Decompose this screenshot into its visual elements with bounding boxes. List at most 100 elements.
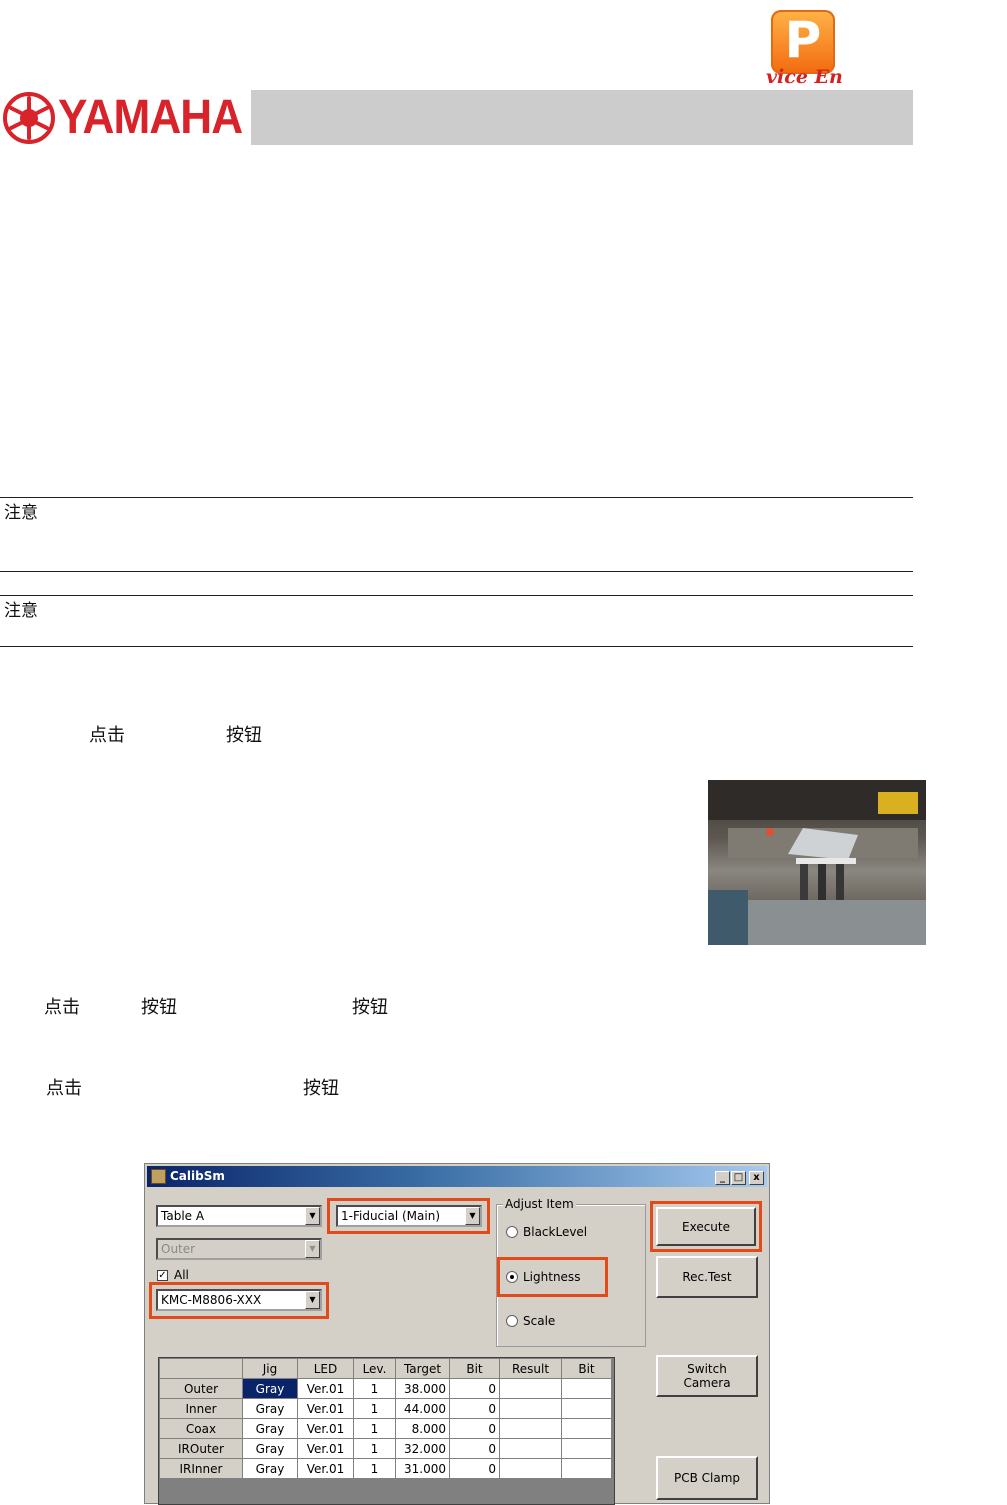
grid-cell-led[interactable]: Ver.01 xyxy=(297,1378,354,1399)
pdf-app-logo: P xyxy=(771,10,835,74)
app-icon xyxy=(151,1169,166,1184)
grid-cell-led[interactable]: Ver.01 xyxy=(297,1398,354,1419)
grid-header-bit-2[interactable]: Bit xyxy=(561,1358,612,1379)
step1-click-text: 点击 xyxy=(89,725,125,746)
grid-cell-bit-2[interactable] xyxy=(561,1438,612,1459)
grid-cell-bit-2[interactable] xyxy=(561,1398,612,1419)
header-bar xyxy=(251,90,913,145)
grid-cell-bit-2[interactable] xyxy=(561,1458,612,1479)
grid-cell-target[interactable]: 8.000 xyxy=(395,1418,450,1439)
minimize-button[interactable]: _ xyxy=(715,1171,730,1185)
grid-header-result[interactable]: Result xyxy=(499,1358,562,1379)
all-checkbox-label: All xyxy=(174,1268,189,1282)
grid-cell-led[interactable]: Ver.01 xyxy=(297,1438,354,1459)
note-rule-top xyxy=(0,497,913,498)
table-row[interactable]: Inner Gray Ver.01 1 44.000 0 xyxy=(159,1398,612,1419)
grid-cell-jig[interactable]: Gray xyxy=(242,1378,298,1399)
radio-scale[interactable] xyxy=(506,1315,518,1327)
radio-lightness[interactable] xyxy=(506,1271,518,1283)
fiducial-select-chevron-down-icon[interactable]: ▼ xyxy=(465,1207,480,1225)
grid-cell-lev[interactable]: 1 xyxy=(353,1398,396,1419)
table-select-chevron-down-icon[interactable]: ▼ xyxy=(305,1207,320,1225)
grid-cell-led[interactable]: Ver.01 xyxy=(297,1418,354,1439)
grid-container: Jig LED Lev. Target Bit Result Bit Outer… xyxy=(158,1357,615,1505)
adjust-item-label: Adjust Item xyxy=(503,1197,576,1211)
step2-button-text-2: 按钮 xyxy=(352,997,388,1018)
rec-test-button[interactable]: Rec.Test xyxy=(656,1256,758,1298)
table-row[interactable]: Coax Gray Ver.01 1 8.000 0 xyxy=(159,1418,612,1439)
model-select[interactable]: KMC-M8806-XXX ▼ xyxy=(156,1289,322,1311)
grid-cell-bit[interactable]: 0 xyxy=(449,1398,500,1419)
radio-lightness-label: Lightness xyxy=(523,1270,581,1284)
grid-cell-bit-2[interactable] xyxy=(561,1418,612,1439)
step3-click-text: 点击 xyxy=(46,1078,82,1099)
grid-cell-result[interactable] xyxy=(499,1438,562,1459)
step3-button-text: 按钮 xyxy=(303,1078,339,1099)
grid-cell-target[interactable]: 32.000 xyxy=(395,1438,450,1459)
grid-cell-bit[interactable]: 0 xyxy=(449,1458,500,1479)
grid-cell-jig[interactable]: Gray xyxy=(242,1398,298,1419)
grid-cell-target[interactable]: 38.000 xyxy=(395,1378,450,1399)
grid-cell-jig[interactable]: Gray xyxy=(242,1418,298,1439)
grid-row-header[interactable]: IRInner xyxy=(159,1458,243,1479)
grid-header-row: Jig LED Lev. Target Bit Result Bit xyxy=(159,1358,612,1379)
light-select-chevron-down-icon: ▼ xyxy=(305,1240,320,1258)
grid-header-jig[interactable]: Jig xyxy=(242,1358,298,1379)
note-label-1: 注意 xyxy=(4,503,38,523)
grid-header-led[interactable]: LED xyxy=(297,1358,354,1379)
grid-cell-target[interactable]: 44.000 xyxy=(395,1398,450,1419)
all-checkbox[interactable]: ✓ xyxy=(157,1270,168,1281)
fiducial-select-value: 1-Fiducial (Main) xyxy=(341,1209,440,1223)
grid-row-header[interactable]: IROuter xyxy=(159,1438,243,1459)
table-select[interactable]: Table A ▼ xyxy=(156,1205,322,1227)
grid-header-lev[interactable]: Lev. xyxy=(353,1358,396,1379)
grid-cell-result[interactable] xyxy=(499,1458,562,1479)
light-select: Outer ▼ xyxy=(156,1238,322,1260)
light-select-value: Outer xyxy=(161,1242,196,1256)
grid-header-target[interactable]: Target xyxy=(395,1358,450,1379)
grid-cell-led[interactable]: Ver.01 xyxy=(297,1458,354,1479)
grid-row-header[interactable]: Coax xyxy=(159,1418,243,1439)
grid-cell-result[interactable] xyxy=(499,1378,562,1399)
grid-cell-bit[interactable]: 0 xyxy=(449,1438,500,1459)
grid-row-header[interactable]: Outer xyxy=(159,1378,243,1399)
step2-click-text: 点击 xyxy=(44,997,80,1018)
grid-cell-jig[interactable]: Gray xyxy=(242,1458,298,1479)
grid-cell-target[interactable]: 31.000 xyxy=(395,1458,450,1479)
grid-cell-lev[interactable]: 1 xyxy=(353,1438,396,1459)
note-rule-bottom-2 xyxy=(0,646,913,647)
grid-header-bit[interactable]: Bit xyxy=(449,1358,500,1379)
note-rule-bottom xyxy=(0,571,913,572)
fiducial-select[interactable]: 1-Fiducial (Main) ▼ xyxy=(336,1205,482,1227)
grid-cell-result[interactable] xyxy=(499,1398,562,1419)
maximize-button[interactable]: □ xyxy=(731,1171,746,1185)
radio-blacklevel-label: BlackLevel xyxy=(523,1225,588,1239)
yamaha-tuning-fork-icon xyxy=(3,92,55,144)
pdf-logo-text: vice En xyxy=(766,66,843,88)
grid-cell-bit[interactable]: 0 xyxy=(449,1378,500,1399)
grid-cell-lev[interactable]: 1 xyxy=(353,1458,396,1479)
table-row[interactable]: Outer Gray Ver.01 1 38.000 0 xyxy=(159,1378,612,1399)
calibration-grid: Jig LED Lev. Target Bit Result Bit Outer… xyxy=(159,1358,612,1479)
window-titlebar[interactable]: CalibSm _ □ x xyxy=(147,1166,767,1187)
grid-cell-lev[interactable]: 1 xyxy=(353,1418,396,1439)
grid-corner-header xyxy=(159,1358,243,1379)
calibsm-window: CalibSm _ □ x Table A ▼ 1-Fiducial (Main… xyxy=(144,1163,770,1505)
machine-photo-drawing xyxy=(708,780,926,945)
radio-blacklevel[interactable] xyxy=(506,1226,518,1238)
table-row[interactable]: IROuter Gray Ver.01 1 32.000 0 xyxy=(159,1438,612,1459)
grid-cell-jig[interactable]: Gray xyxy=(242,1438,298,1459)
grid-row-header[interactable]: Inner xyxy=(159,1398,243,1419)
close-button[interactable]: x xyxy=(749,1171,764,1185)
note-label-2: 注意 xyxy=(4,601,38,621)
model-select-chevron-down-icon[interactable]: ▼ xyxy=(305,1291,320,1309)
table-row[interactable]: IRInner Gray Ver.01 1 31.000 0 xyxy=(159,1458,612,1479)
switch-camera-button[interactable]: Switch Camera xyxy=(656,1355,758,1397)
switch-camera-label-line1: Switch xyxy=(687,1362,727,1376)
grid-cell-bit[interactable]: 0 xyxy=(449,1418,500,1439)
execute-button[interactable]: Execute xyxy=(656,1207,756,1246)
grid-cell-bit-2[interactable] xyxy=(561,1378,612,1399)
grid-cell-result[interactable] xyxy=(499,1418,562,1439)
grid-cell-lev[interactable]: 1 xyxy=(353,1378,396,1399)
pcb-clamp-button[interactable]: PCB Clamp xyxy=(656,1456,758,1500)
